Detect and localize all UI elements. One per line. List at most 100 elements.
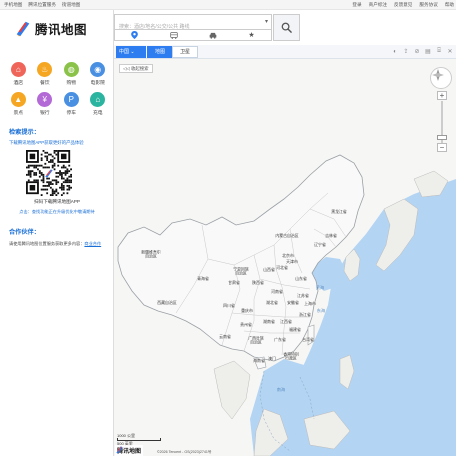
- province-label[interactable]: 上海市: [304, 301, 316, 306]
- map-type-satellite[interactable]: 卫星: [172, 46, 198, 58]
- top-right-link-4[interactable]: 帮助: [445, 0, 454, 10]
- province-label[interactable]: 江西省: [280, 319, 292, 324]
- ruler-icon[interactable]: ⌸: [435, 47, 443, 56]
- collapse-search-label: 收起搜索: [131, 66, 149, 71]
- province-label[interactable]: 海南省: [253, 358, 265, 363]
- traffic-icon[interactable]: ◐: [391, 47, 399, 56]
- region-selector[interactable]: 中国 ⌄: [116, 46, 146, 58]
- map-toolbar: 中国 ⌄ 地图 卫星 ◐ ⇪ ⊘ ▤ ⌸ ✕: [114, 45, 456, 59]
- province-label[interactable]: 宁夏回族 自治区: [233, 267, 249, 277]
- top-left-link-0[interactable]: 手机地图: [4, 0, 22, 10]
- province-label[interactable]: 西藏自治区: [157, 300, 176, 305]
- yen-icon: ¥: [37, 92, 53, 107]
- category-item[interactable]: ⌂ 酒店: [6, 62, 31, 86]
- bed-icon: ⌂: [10, 62, 26, 77]
- province-label[interactable]: 湖北省: [266, 300, 278, 305]
- top-right-link-1[interactable]: 商户标注: [369, 0, 387, 10]
- map-canvas[interactable]: ◁◁ 收起搜索 黑龙江省 吉林省 辽宁省 内蒙古自治区 新疆维吾尔 自治区 北京市 天津市河…: [114, 59, 456, 456]
- parking-icon: P: [63, 92, 79, 107]
- sidebar: 腾讯地图 ⌂ 酒店 ♨ 餐饮 ◍ 购物 ◉ 电影院 ▲ 景点 ¥ 银行 P 停车 ⌂ 充电 检索提示： 下载腾…: [0, 10, 114, 456]
- province-label[interactable]: 福建省: [289, 327, 301, 332]
- province-label[interactable]: 辽宁省: [314, 242, 326, 247]
- province-label[interactable]: 浙江省: [299, 312, 311, 317]
- top-bar: 手机地图 腾讯位置服务 街道地图 登录 商户标注 反馈意见 服务协议 帮助: [0, 0, 456, 10]
- collapse-search-button[interactable]: ◁◁ 收起搜索: [119, 64, 153, 73]
- coop-text: 请使用腾讯地图位置服务获取更多内容：商业合作: [9, 241, 113, 247]
- mode-bus-tab[interactable]: [154, 30, 193, 40]
- category-label: 电影院: [90, 81, 105, 86]
- category-item[interactable]: ◍ 购物: [59, 62, 84, 86]
- province-label[interactable]: 重庆市: [241, 308, 253, 313]
- house-icon: ⌂: [90, 92, 106, 107]
- province-label[interactable]: 安徽省: [287, 300, 299, 305]
- province-label[interactable]: 贵州省: [240, 322, 252, 327]
- map-tools: ◐ ⇪ ⊘ ▤ ⌸ ✕: [391, 47, 454, 56]
- map-type-map[interactable]: 地图: [147, 46, 173, 58]
- top-right-link-0[interactable]: 登录: [352, 0, 361, 10]
- province-label[interactable]: 甘肃省: [228, 280, 240, 285]
- category-label: 酒店: [13, 81, 24, 86]
- province-label[interactable]: 广东省: [274, 337, 286, 342]
- category-item[interactable]: ♨ 餐饮: [33, 62, 58, 86]
- coop-text-body: 请使用腾讯地图位置服务获取更多内容：: [9, 241, 85, 246]
- mode-place-tab[interactable]: [115, 30, 154, 40]
- chevron-down-icon[interactable]: ▾: [265, 18, 268, 25]
- province-label[interactable]: 四川省: [223, 303, 235, 308]
- category-item[interactable]: ◉ 电影院: [86, 62, 111, 86]
- zoom-slider-thumb[interactable]: [437, 135, 447, 140]
- province-label[interactable]: 新疆维吾尔 自治区: [141, 250, 160, 260]
- province-label[interactable]: 山西省: [263, 267, 275, 272]
- top-right-link-2[interactable]: 反馈意见: [394, 0, 412, 10]
- province-label[interactable]: 香港特别 行政区: [283, 352, 299, 362]
- compass-control[interactable]: [430, 67, 452, 89]
- top-links-right: 登录 商户标注 反馈意见 服务协议 帮助: [352, 0, 454, 10]
- province-label[interactable]: 河南省: [271, 289, 283, 294]
- region-label: 中国: [119, 49, 130, 55]
- qr-link[interactable]: 点击：查找功能正在升级优化中敬请期待: [0, 209, 114, 215]
- print-icon[interactable]: ▤: [424, 47, 432, 56]
- compass-icon: [432, 69, 444, 81]
- mode-drive-tab[interactable]: [193, 30, 232, 40]
- tips-text[interactable]: 下载腾讯地图APP获取更好的产品体验: [9, 140, 109, 146]
- province-label[interactable]: 云南省: [219, 334, 231, 339]
- province-label[interactable]: 湖南省: [263, 319, 275, 324]
- province-label[interactable]: 天津市: [286, 259, 298, 264]
- province-label[interactable]: 澳门: [268, 356, 276, 361]
- top-right-link-3[interactable]: 服务协议: [419, 0, 437, 10]
- province-label[interactable]: 河北省: [276, 265, 288, 270]
- zoom-out-button[interactable]: −: [437, 143, 447, 152]
- share-icon[interactable]: ⇪: [402, 47, 410, 56]
- search-button[interactable]: [273, 14, 300, 41]
- province-label[interactable]: 山东省: [295, 276, 307, 281]
- category-label: 停车: [66, 111, 77, 116]
- top-left-link-1[interactable]: 腾讯位置服务: [28, 0, 56, 10]
- qr-caption: 扫码下载腾讯地图APP: [34, 199, 80, 204]
- zoom-in-button[interactable]: +: [437, 91, 447, 100]
- coop-link[interactable]: 商业合作: [84, 241, 101, 246]
- category-grid: ⌂ 酒店 ♨ 餐饮 ◍ 购物 ◉ 电影院 ▲ 景点 ¥ 银行 P 停车 ⌂ 充电: [6, 62, 110, 116]
- province-label[interactable]: 江苏省: [297, 293, 309, 298]
- car-icon: [209, 32, 216, 39]
- province-label[interactable]: 陕西省: [252, 280, 264, 285]
- logo[interactable]: 腾讯地图: [14, 18, 104, 38]
- province-label[interactable]: 吉林省: [325, 233, 337, 238]
- mode-favorite-tab[interactable]: ★: [232, 30, 271, 40]
- link-icon[interactable]: ⊘: [413, 47, 421, 56]
- province-label[interactable]: 北京市: [282, 253, 294, 258]
- coop-title: 合作伙伴：: [9, 229, 40, 236]
- province-label[interactable]: 广西壮族 自治区: [248, 336, 264, 346]
- category-item[interactable]: P 停车: [59, 92, 84, 116]
- category-item[interactable]: ¥ 银行: [33, 92, 58, 116]
- star-icon: ★: [248, 32, 255, 39]
- top-left-link-2[interactable]: 街道地图: [62, 0, 80, 10]
- province-label[interactable]: 内蒙古自治区: [275, 233, 298, 238]
- category-item[interactable]: ▲ 景点: [6, 92, 31, 116]
- chevron-down-icon: ⌄: [130, 49, 135, 55]
- shopping-bag-icon: ◍: [63, 62, 79, 77]
- close-icon[interactable]: ✕: [446, 47, 454, 56]
- category-label: 银行: [39, 111, 50, 116]
- province-label[interactable]: 青海省: [197, 276, 209, 281]
- category-item[interactable]: ⌂ 充电: [86, 92, 111, 116]
- province-label[interactable]: 黑龙江省: [331, 209, 347, 214]
- province-label[interactable]: 台湾省: [302, 337, 314, 342]
